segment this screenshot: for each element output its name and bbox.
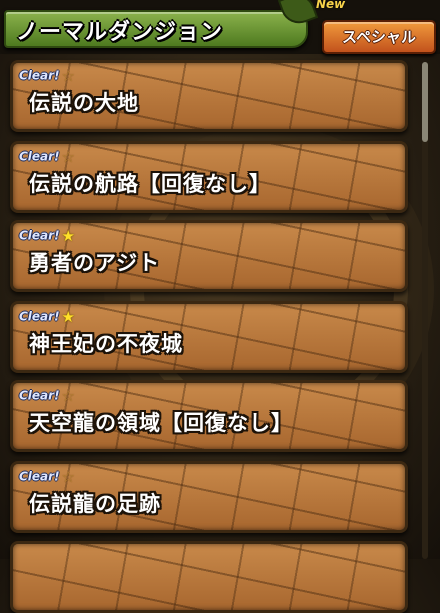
- dungeon-name: 天空龍の領域【回復なし】: [29, 411, 293, 435]
- dungeon-item[interactable]: Clear! ★ 神王妃の不夜城: [10, 301, 408, 373]
- dungeon-item-partial[interactable]: [10, 541, 408, 613]
- clear-status: Clear! ☆: [19, 385, 75, 405]
- star-outline-icon: ☆: [61, 147, 75, 166]
- dungeon-name: 伝説龍の足跡: [29, 492, 161, 516]
- new-badge: New: [316, 0, 346, 11]
- clear-label: Clear!: [19, 469, 60, 484]
- clear-label: Clear!: [19, 309, 60, 324]
- clear-label: Clear!: [19, 68, 60, 83]
- special-button-label: スペシャル: [342, 28, 416, 46]
- star-gold-icon: ★: [61, 307, 75, 326]
- dungeon-name: 伝説の航路【回復なし】: [29, 172, 271, 196]
- dungeon-name: 神王妃の不夜城: [29, 332, 183, 356]
- clear-status: Clear! ★: [19, 225, 75, 245]
- clear-status: Clear! ☆: [19, 466, 75, 486]
- clear-label: Clear!: [19, 388, 60, 403]
- dungeon-item[interactable]: Clear! ★ 勇者のアジト: [10, 220, 408, 292]
- star-outline-icon: ☆: [61, 467, 75, 486]
- dungeon-item[interactable]: Clear! ☆ 天空龍の領域【回復なし】: [10, 380, 408, 452]
- clear-label: Clear!: [19, 228, 60, 243]
- clear-status: Clear! ☆: [19, 146, 75, 166]
- special-dungeon-button[interactable]: スペシャル: [322, 20, 436, 54]
- dungeon-item[interactable]: Clear! ☆ 伝説の航路【回復なし】: [10, 141, 408, 213]
- dungeon-item[interactable]: Clear! ☆ 伝説の大地: [10, 60, 408, 132]
- page-title: ノーマルダンジョン: [16, 20, 224, 45]
- clear-status: Clear! ★: [19, 306, 75, 326]
- dungeon-item[interactable]: Clear! ☆ 伝説龍の足跡: [10, 461, 408, 533]
- scroll-thumb[interactable]: [422, 62, 428, 142]
- clear-status: Clear! ☆: [19, 65, 75, 85]
- dungeon-name: 勇者のアジト: [29, 251, 161, 275]
- star-gold-icon: ★: [61, 226, 75, 245]
- star-outline-icon: ☆: [61, 386, 75, 405]
- title-banner: ノーマルダンジョン: [4, 10, 308, 48]
- scrollbar[interactable]: [422, 62, 428, 559]
- star-outline-icon: ☆: [61, 66, 75, 85]
- clear-label: Clear!: [19, 149, 60, 164]
- header-bar: ノーマルダンジョン New スペシャル: [0, 0, 440, 54]
- dungeon-name: 伝説の大地: [29, 91, 139, 115]
